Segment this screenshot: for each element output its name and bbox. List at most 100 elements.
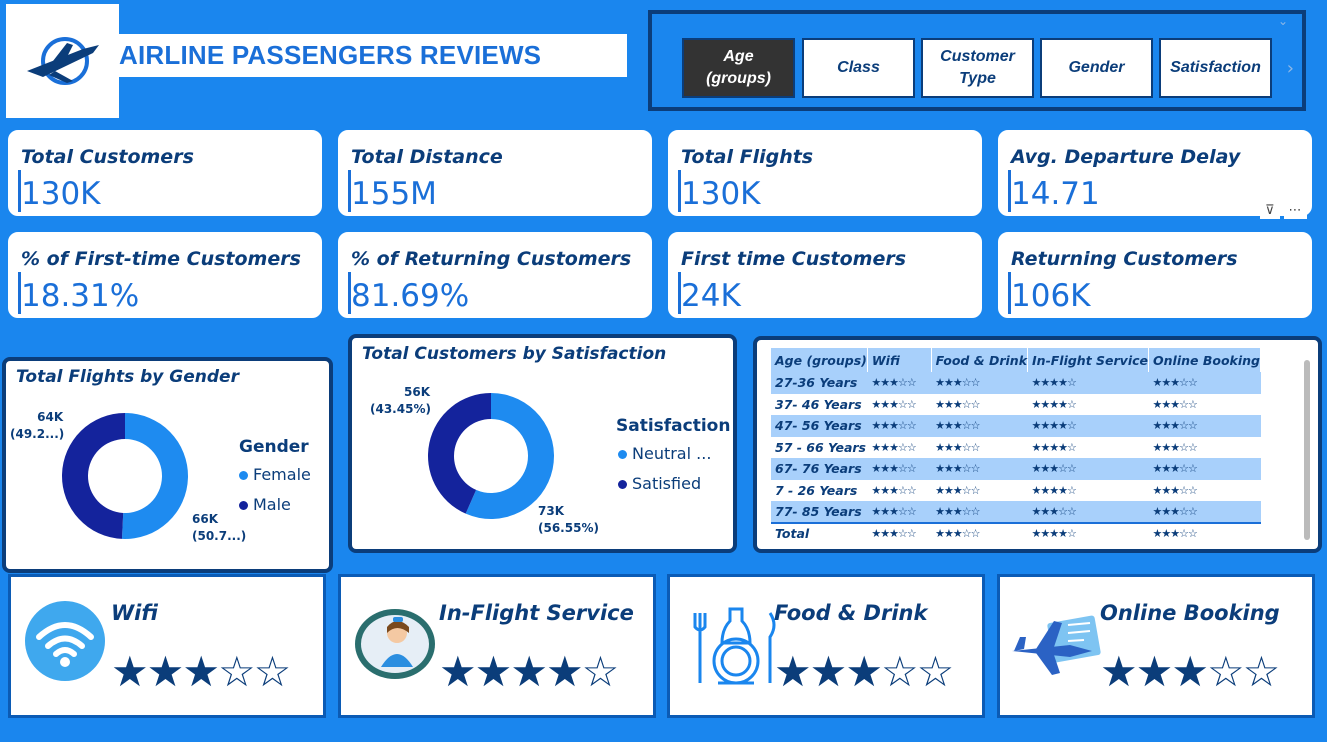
cell-star-rating: ★★★☆☆: [871, 483, 916, 497]
cell-star-rating: ★★★☆☆: [931, 458, 1028, 480]
filled-star-icon: ★: [182, 647, 220, 696]
filter-icon[interactable]: ⊽: [1260, 202, 1280, 219]
legend-dot: [618, 450, 627, 459]
cell-star-rating: ★★★☆☆: [931, 372, 1028, 394]
table-row[interactable]: 67- 76 Years ★★★☆☆ ★★★☆☆ ★★★☆☆ ★★★☆☆: [771, 458, 1261, 480]
rating-label: In-Flight Service: [439, 601, 634, 625]
more-options-icon[interactable]: ⋯: [1283, 202, 1307, 219]
kpi-first-time-customers: First time Customers 24K: [666, 230, 984, 320]
table-row[interactable]: 57 - 66 Years ★★★☆☆ ★★★☆☆ ★★★★☆ ★★★☆☆: [771, 437, 1261, 459]
cell-age-group: 7 - 26 Years: [775, 482, 858, 498]
legend-item-male[interactable]: Male: [239, 495, 291, 514]
kpi-value: 81.69%: [351, 278, 470, 314]
kpi-label: Total Distance: [351, 146, 503, 168]
kpi-label: Total Flights: [681, 146, 814, 168]
kpi-label: First time Customers: [681, 248, 907, 270]
slicer-panel: ⌄ Age (groups) Class Customer Type Gende…: [648, 10, 1306, 111]
kpi-pct-first-time: % of First-time Customers 18.31%: [6, 230, 324, 320]
column-header-inflight[interactable]: In-Flight Service: [1027, 348, 1150, 372]
table-row[interactable]: 37- 46 Years ★★★☆☆ ★★★☆☆ ★★★★☆ ★★★☆☆: [771, 394, 1261, 416]
slicer-button-satisfaction[interactable]: Satisfaction: [1159, 38, 1272, 98]
donut-slice-male[interactable]: [61, 413, 125, 539]
column-header-online-booking[interactable]: Online Booking: [1148, 348, 1261, 372]
kpi-label: Returning Customers: [1011, 248, 1238, 270]
ratings-table-panel: Age (groups) Wifi Food & Drink In-Flight…: [753, 336, 1322, 553]
cell-age-group: 67- 76 Years: [771, 458, 868, 480]
filled-star-icon: ★: [146, 647, 185, 696]
kpi-value: 130K: [681, 176, 761, 212]
filled-star-icon: ★: [545, 647, 584, 696]
logo: [6, 4, 119, 118]
table-row[interactable]: 47- 56 Years ★★★☆☆ ★★★☆☆ ★★★★☆ ★★★☆☆: [771, 415, 1261, 437]
cell-star-rating: ★★★☆☆: [867, 501, 932, 523]
cell-star-rating: ★★★☆☆: [871, 397, 916, 411]
cell-star-rating: ★★★★☆: [1027, 521, 1149, 544]
cell-star-rating: ★★★☆☆: [871, 440, 916, 454]
donut-slice-female[interactable]: [121, 413, 188, 539]
empty-star-icon: ☆: [253, 647, 292, 696]
filled-star-icon: ★: [1171, 647, 1209, 696]
airplane-globe-icon: [26, 37, 99, 85]
page-title: AIRLINE PASSENGERS REVIEWS: [119, 40, 542, 70]
cell-star-rating: ★★★☆☆: [935, 440, 980, 454]
cell-star-rating: ★★★☆☆: [1027, 458, 1149, 480]
slicer-button-gender[interactable]: Gender: [1040, 38, 1153, 98]
empty-star-icon: ☆: [880, 647, 919, 696]
slicer-button-customer-type[interactable]: Customer Type: [921, 38, 1034, 98]
rating-label: Food & Drink: [774, 601, 928, 625]
table-row[interactable]: 7 - 26 Years ★★★☆☆ ★★★☆☆ ★★★★☆ ★★★☆☆: [771, 480, 1261, 502]
column-header-food-drink[interactable]: Food & Drink: [931, 348, 1029, 372]
cell-star-rating: ★★★☆☆: [931, 521, 1028, 544]
cell-star-rating: ★★★☆☆: [1152, 440, 1198, 454]
kpi-total-customers: Total Customers 130K: [6, 128, 324, 218]
cell-star-rating: ★★★★☆: [1031, 397, 1077, 411]
kpi-value: 24K: [681, 278, 741, 314]
legend-item-satisfied[interactable]: Satisfied: [618, 474, 701, 493]
cell-star-rating: ★★★☆☆: [1148, 521, 1261, 544]
filled-star-icon: ★: [474, 647, 513, 696]
chevron-right-icon[interactable]: ›: [1287, 58, 1294, 79]
cell-star-rating: ★★★☆☆: [931, 415, 1028, 437]
legend-item-female[interactable]: Female: [239, 465, 311, 484]
slicer-button-class[interactable]: Class: [802, 38, 915, 98]
legend-item-neutral[interactable]: Neutral ...: [618, 444, 711, 463]
filled-star-icon: ★: [439, 647, 477, 696]
ratings-table: Age (groups) Wifi Food & Drink In-Flight…: [771, 348, 1261, 544]
legend-dot: [239, 501, 248, 510]
data-label-male: 64K (49.2...): [10, 410, 65, 441]
chevron-down-icon[interactable]: ⌄: [1278, 14, 1288, 28]
gender-donut-chart[interactable]: [60, 411, 190, 541]
kpi-value: 14.71: [1011, 176, 1100, 212]
rating-label: Online Booking: [1100, 601, 1280, 625]
cell-age-group: 37- 46 Years: [775, 396, 862, 412]
table-row[interactable]: 77- 85 Years ★★★☆☆ ★★★☆☆ ★★★☆☆ ★★★☆☆: [771, 501, 1261, 523]
slicer-button-age-groups[interactable]: Age (groups): [682, 38, 795, 98]
kpi-value: 18.31%: [21, 278, 140, 314]
kpi-value: 130K: [21, 176, 101, 212]
cell-star-rating: ★★★★☆: [1027, 372, 1149, 394]
cell-star-rating: ★★★☆☆: [1152, 397, 1198, 411]
empty-star-icon: ☆: [1242, 647, 1281, 696]
cell-star-rating: ★★★☆☆: [1148, 458, 1261, 480]
cell-star-rating: ★★★☆☆: [1148, 501, 1261, 523]
column-header-age[interactable]: Age (groups): [771, 348, 868, 372]
column-header-wifi[interactable]: Wifi: [867, 348, 932, 372]
rating-label: Wifi: [111, 601, 158, 625]
satisfaction-donut-chart[interactable]: [426, 391, 556, 521]
cell-star-rating: ★★★★☆: [1031, 483, 1077, 497]
kpi-label: Total Customers: [21, 146, 194, 168]
kpi-label: % of First-time Customers: [21, 248, 301, 270]
rating-card-inflight: In-Flight Service ★★★★☆: [338, 574, 656, 718]
plane-ticket-icon: [1012, 615, 1101, 675]
table-total-row[interactable]: Total ★★★☆☆ ★★★☆☆ ★★★★☆ ★★★☆☆: [771, 521, 1261, 544]
rating-card-online-booking: Online Booking ★★★☆☆: [997, 574, 1315, 718]
legend-title: Gender: [239, 437, 309, 457]
cell-star-rating: ★★★☆☆: [1152, 483, 1198, 497]
kpi-returning-customers: Returning Customers 106K: [996, 230, 1314, 320]
table-row[interactable]: 27-36 Years ★★★☆☆ ★★★☆☆ ★★★★☆ ★★★☆☆: [771, 372, 1261, 394]
filled-star-icon: ★: [1100, 647, 1138, 696]
gender-chart-panel: Total Flights by Gender 64K (49.2...) 66…: [2, 357, 333, 573]
table-scrollbar[interactable]: [1304, 360, 1310, 540]
star-rating: ★★★☆☆: [111, 651, 291, 693]
filled-star-icon: ★: [845, 647, 883, 696]
